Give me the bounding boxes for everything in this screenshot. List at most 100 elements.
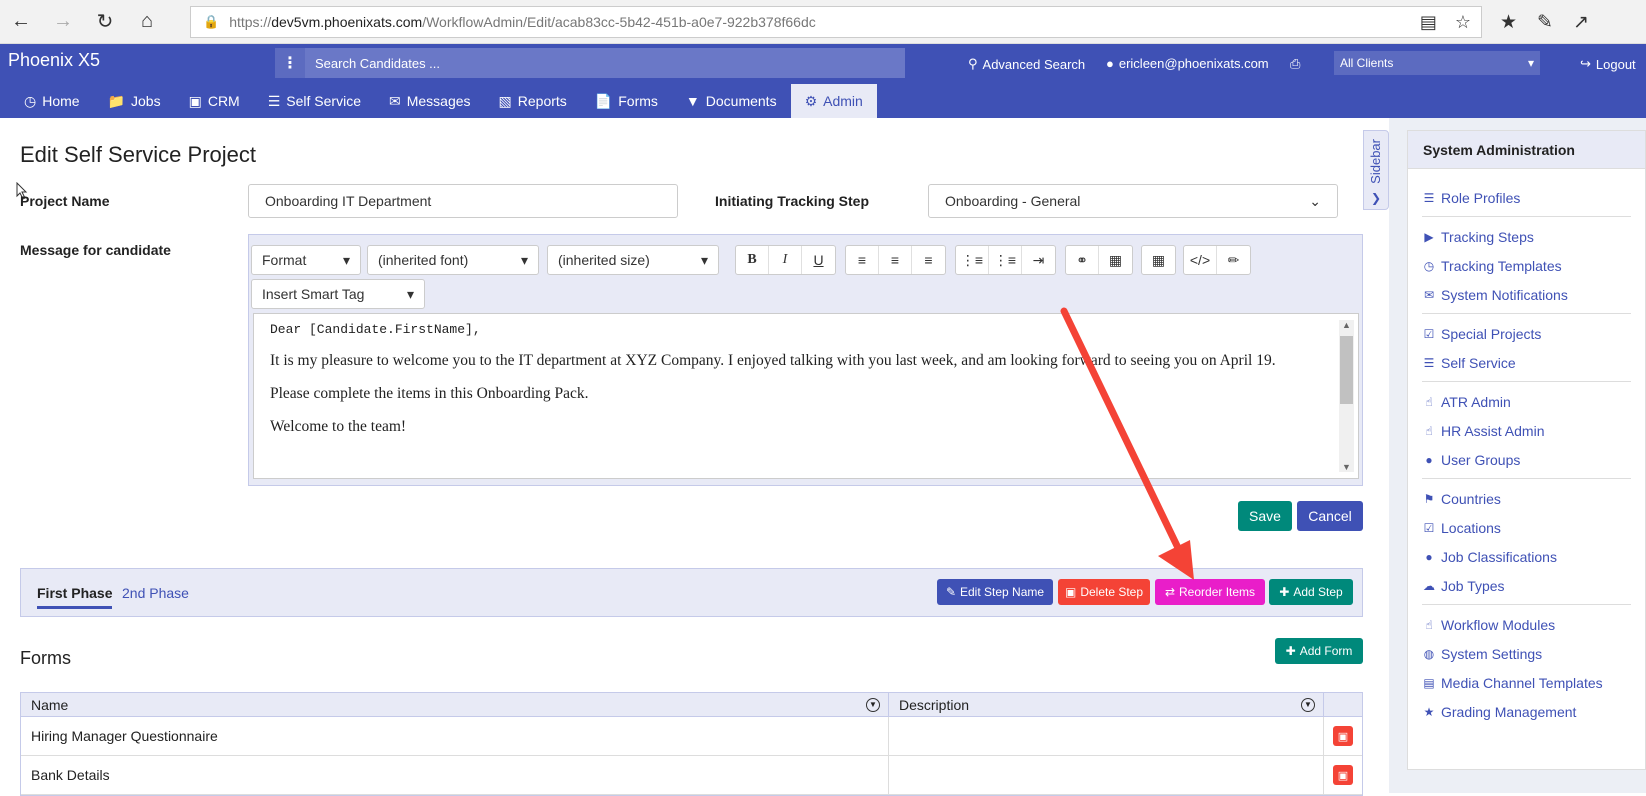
back-icon[interactable]: ← bbox=[0, 0, 42, 44]
delete-step-button[interactable]: ▣ Delete Step bbox=[1058, 579, 1150, 605]
admin-link-label: Job Types bbox=[1441, 577, 1505, 594]
admin-link-countries[interactable]: ⚑ Countries bbox=[1422, 484, 1631, 513]
home-icon[interactable]: ⌂ bbox=[126, 0, 168, 44]
admin-link-label: Tracking Steps bbox=[1441, 228, 1534, 245]
table-row[interactable]: Bank Details ▣ bbox=[21, 756, 1362, 795]
print-icon[interactable]: ⎙ bbox=[1290, 56, 1300, 72]
project-name-input[interactable]: Onboarding IT Department bbox=[248, 184, 678, 218]
tab-forms[interactable]: 📄 Forms bbox=[581, 84, 672, 118]
admin-link-job-classifications[interactable]: ● Job Classifications bbox=[1422, 542, 1631, 571]
editor-scrollbar[interactable]: ▲ ▼ bbox=[1339, 320, 1354, 472]
admin-link-job-types[interactable]: ☁ Job Types bbox=[1422, 571, 1631, 600]
admin-separator bbox=[1422, 381, 1631, 382]
eraser-icon[interactable]: ✏ bbox=[1217, 246, 1250, 274]
favorite-star-icon[interactable]: ☆ bbox=[1455, 12, 1471, 33]
step-icon: ▶ bbox=[1424, 229, 1434, 244]
tab-forms-label: Forms bbox=[618, 93, 658, 109]
pen-icon[interactable]: ✎ bbox=[1537, 11, 1553, 34]
admin-link-tracking-steps[interactable]: ▶ Tracking Steps bbox=[1422, 222, 1631, 251]
flag-icon: ⚑ bbox=[1423, 491, 1435, 506]
delete-form-button[interactable]: ▣ bbox=[1333, 765, 1353, 785]
admin-link-system-settings[interactable]: ◍ System Settings bbox=[1422, 639, 1631, 668]
admin-link-atr-admin[interactable]: ☝ ATR Admin bbox=[1422, 387, 1631, 416]
bullet-list-icon[interactable]: ⋮≡ bbox=[956, 246, 989, 274]
size-dropdown[interactable]: (inherited size) ▾ bbox=[547, 245, 719, 275]
link-icon[interactable]: ⚭ bbox=[1066, 246, 1099, 274]
save-button[interactable]: Save bbox=[1238, 501, 1292, 531]
reorder-items-button[interactable]: ⇄ Reorder Items bbox=[1155, 579, 1265, 605]
tab-self-service[interactable]: ☰ Self Service bbox=[254, 84, 375, 118]
admin-link-workflow-modules[interactable]: ☝ Workflow Modules bbox=[1422, 610, 1631, 639]
column-header-description[interactable]: Description ▼ bbox=[889, 693, 1324, 716]
admin-link-system-notifications[interactable]: ✉ System Notifications bbox=[1422, 280, 1631, 309]
globe-icon: ◍ bbox=[1423, 646, 1435, 661]
tab-home[interactable]: ◷ Home bbox=[10, 84, 94, 118]
underline-icon[interactable]: U bbox=[802, 246, 835, 274]
search-menu-icon[interactable]: ⋮ bbox=[275, 53, 305, 73]
admin-link-media-channel-templates[interactable]: ▤ Media Channel Templates bbox=[1422, 668, 1631, 697]
bold-icon[interactable]: B bbox=[736, 246, 769, 274]
tab-2nd-phase[interactable]: 2nd Phase bbox=[122, 585, 189, 601]
filter-icon[interactable]: ▼ bbox=[1301, 697, 1315, 712]
admin-link-special-projects[interactable]: ☑ Special Projects bbox=[1422, 319, 1631, 348]
greeting-text: Dear [Candidate.FirstName], bbox=[270, 322, 481, 337]
tab-reports[interactable]: ▧ Reports bbox=[485, 84, 581, 118]
tab-crm[interactable]: ▣ CRM bbox=[175, 84, 254, 118]
numbered-list-icon[interactable]: ⋮≡ bbox=[989, 246, 1022, 274]
admin-link-grading-management[interactable]: ★ Grading Management bbox=[1422, 697, 1631, 726]
address-bar[interactable]: 🔒 https://dev5vm.phoenixats.com/Workflow… bbox=[190, 6, 1482, 38]
filter-icon[interactable]: ▼ bbox=[866, 697, 880, 712]
add-step-button[interactable]: ✚ Add Step bbox=[1269, 579, 1353, 605]
smart-tag-dropdown[interactable]: Insert Smart Tag ▾ bbox=[251, 279, 425, 309]
italic-icon[interactable]: I bbox=[769, 246, 802, 274]
admin-link-label: Locations bbox=[1441, 519, 1501, 536]
brand-logo[interactable]: Phoenix X5 bbox=[8, 50, 100, 71]
indent-icon[interactable]: ⇥ bbox=[1022, 246, 1055, 274]
tracking-step-select[interactable]: Onboarding - General ⌄ bbox=[928, 184, 1338, 218]
tab-jobs[interactable]: 📁 Jobs bbox=[94, 84, 175, 118]
client-select[interactable]: All Clients ▾ bbox=[1334, 51, 1540, 75]
actions-cell: ▣ bbox=[1324, 717, 1362, 755]
table-icon[interactable]: ▦ bbox=[1142, 246, 1175, 274]
tab-first-phase[interactable]: First Phase bbox=[37, 585, 113, 609]
scroll-down-icon[interactable]: ▼ bbox=[1342, 462, 1351, 472]
admin-link-hr-assist-admin[interactable]: ☝ HR Assist Admin bbox=[1422, 416, 1631, 445]
sidebar-toggle[interactable]: Sidebar ❯ bbox=[1363, 130, 1389, 210]
edit-step-name-button[interactable]: ✎ Edit Step Name bbox=[937, 579, 1053, 605]
align-center-icon[interactable]: ≡ bbox=[879, 246, 912, 274]
scroll-up-icon[interactable]: ▲ bbox=[1342, 320, 1351, 330]
refresh-icon[interactable]: ↻ bbox=[84, 0, 126, 44]
scrollbar-thumb[interactable] bbox=[1340, 336, 1353, 404]
favorites-list-icon[interactable]: ★ bbox=[1500, 11, 1517, 34]
editor-content[interactable]: Dear [Candidate.FirstName], It is my ple… bbox=[253, 313, 1359, 479]
column-header-name[interactable]: Name ▼ bbox=[21, 693, 889, 716]
reading-view-icon[interactable]: ▤ bbox=[1420, 12, 1437, 33]
candidate-search-input[interactable] bbox=[305, 48, 905, 78]
admin-link-role-profiles[interactable]: ☰ Role Profiles bbox=[1422, 183, 1631, 212]
format-dropdown[interactable]: Format ▾ bbox=[251, 245, 361, 275]
user-menu[interactable]: ● ericleen@phoenixats.com bbox=[1106, 56, 1269, 71]
cancel-button[interactable]: Cancel bbox=[1297, 501, 1363, 531]
font-dropdown[interactable]: (inherited font) ▾ bbox=[367, 245, 539, 275]
tab-messages[interactable]: ✉ Messages bbox=[375, 84, 485, 118]
advanced-search-link[interactable]: ⚲ Advanced Search bbox=[968, 56, 1085, 72]
align-right-icon[interactable]: ≡ bbox=[912, 246, 945, 274]
logout-link[interactable]: ↪ Logout bbox=[1580, 56, 1636, 72]
admin-link-user-groups[interactable]: ● User Groups bbox=[1422, 445, 1631, 474]
add-form-button[interactable]: ✚ Add Form bbox=[1275, 638, 1363, 664]
tab-documents[interactable]: ▼ Documents bbox=[672, 84, 791, 118]
admin-link-locations[interactable]: ☑ Locations bbox=[1422, 513, 1631, 542]
image-icon[interactable]: ▦ bbox=[1099, 246, 1132, 274]
admin-link-tracking-templates[interactable]: ◷ Tracking Templates bbox=[1422, 251, 1631, 280]
table-row[interactable]: Hiring Manager Questionnaire ▣ bbox=[21, 717, 1362, 756]
share-icon[interactable]: ↗ bbox=[1573, 11, 1589, 34]
logout-icon: ↪ bbox=[1580, 56, 1591, 71]
admin-link-label: HR Assist Admin bbox=[1441, 422, 1545, 439]
admin-link-self-service[interactable]: ☰ Self Service bbox=[1422, 348, 1631, 377]
forward-icon[interactable]: → bbox=[42, 0, 84, 44]
tab-admin[interactable]: ⚙ Admin bbox=[790, 84, 877, 118]
delete-form-button[interactable]: ▣ bbox=[1333, 726, 1353, 746]
gear-icon: ⚙ bbox=[804, 92, 818, 109]
code-icon[interactable]: </> bbox=[1184, 246, 1217, 274]
align-left-icon[interactable]: ≡ bbox=[846, 246, 879, 274]
